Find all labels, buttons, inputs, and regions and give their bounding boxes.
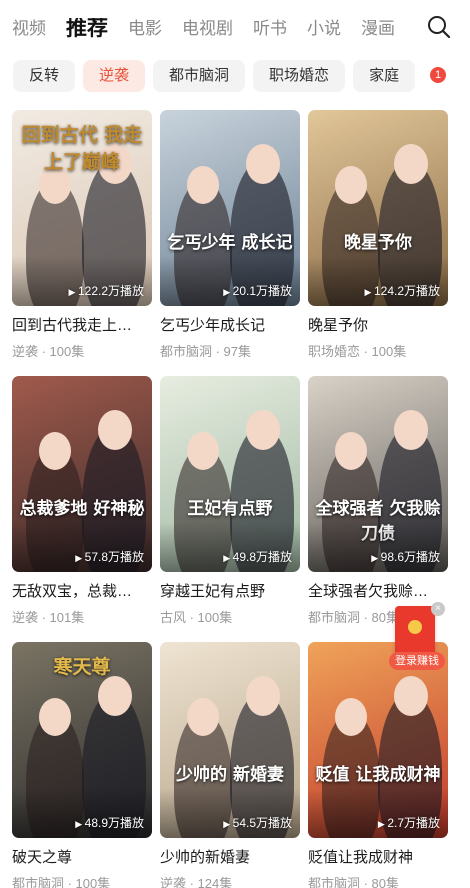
- play-count: 2.7万播放: [378, 814, 440, 831]
- poster-title-art: 少帅的 新婚妻: [176, 765, 284, 785]
- poster-title-art: 王妃有点野: [187, 499, 273, 519]
- login-reward-float[interactable]: × 登录赚钱: [389, 602, 445, 670]
- poster-face: [187, 432, 219, 470]
- poster-face: [39, 698, 71, 736]
- play-count: 98.6万播放: [371, 548, 440, 565]
- drama-grid: 回到古代 我走上了巅峰 122.2万播放回到古代我走上… 逆袭 · 100集 乞丐少年…: [12, 110, 458, 888]
- channel-tabs: 视频 推荐 电影 电视剧 听书 小说 漫画: [12, 18, 412, 40]
- tab-recommend[interactable]: 推荐: [66, 18, 108, 40]
- poster-face: [187, 698, 219, 736]
- drama-meta: 都市脑洞 · 100集: [12, 876, 111, 888]
- chip-family[interactable]: 家庭: [353, 60, 416, 92]
- drama-title[interactable]: 回到古代我走上…: [12, 316, 152, 336]
- drama-title[interactable]: 贬值让我成财神: [308, 848, 448, 868]
- category-chips: 反转 逆袭 都市脑洞 职场婚恋 家庭 1: [0, 58, 470, 94]
- red-envelope-icon: [395, 606, 435, 656]
- poster-face: [394, 144, 428, 184]
- drama-title[interactable]: 晚星予你: [308, 316, 448, 336]
- drama-poster[interactable]: 乞丐少年 成长记 20.1万播放: [160, 110, 300, 306]
- drama-meta: 都市脑洞 · 97集: [160, 344, 252, 359]
- tab-tv-series[interactable]: 电视剧: [182, 18, 233, 40]
- drama-card[interactable]: 全球强者 欠我赊刀债98.6万播放全球强者欠我赊…都市脑洞 · 80集: [308, 376, 448, 626]
- poster-title-art: 寒天尊: [53, 656, 111, 678]
- search-icon[interactable]: [426, 14, 452, 40]
- play-count: 20.1万播放: [223, 282, 292, 299]
- drama-title[interactable]: 少帅的新婚妻: [160, 848, 300, 868]
- coin-icon: [408, 620, 422, 634]
- chip-comeback[interactable]: 逆袭: [83, 60, 146, 92]
- drama-poster[interactable]: 王妃有点野 49.8万播放: [160, 376, 300, 572]
- drama-poster[interactable]: 晚星予你 124.2万播放: [308, 110, 448, 306]
- drama-meta: 古风 · 100集: [160, 610, 233, 625]
- drama-poster[interactable]: 回到古代 我走上了巅峰 122.2万播放: [12, 110, 152, 306]
- poster-face: [39, 432, 71, 470]
- tab-audiobook[interactable]: 听书: [253, 18, 287, 40]
- poster-title-art: 回到古代 我走上了巅峰: [21, 124, 143, 173]
- poster-face: [246, 144, 280, 184]
- drama-poster[interactable]: 总裁爹地 好神秘 57.8万播放: [12, 376, 152, 572]
- drama-card[interactable]: 总裁爹地 好神秘 57.8万播放无敌双宝，总裁… 逆袭 · 101集: [12, 376, 152, 626]
- drama-title[interactable]: 全球强者欠我赊…: [308, 582, 448, 602]
- drama-title[interactable]: 破天之尊: [12, 848, 152, 868]
- poster-face: [187, 166, 219, 204]
- drama-meta: 职场婚恋 · 100集: [308, 344, 407, 359]
- poster-face: [98, 410, 132, 450]
- drama-card[interactable]: 贬值 让我成财神 2.7万播放贬值让我成财神都市脑洞 · 80集: [308, 642, 448, 888]
- play-count: 122.2万播放: [69, 282, 144, 299]
- play-count: 124.2万播放: [365, 282, 440, 299]
- play-count: 49.8万播放: [223, 548, 292, 565]
- drama-poster[interactable]: 少帅的 新婚妻 54.5万播放: [160, 642, 300, 838]
- poster-face: [335, 432, 367, 470]
- notification-badge[interactable]: 1: [430, 67, 446, 83]
- top-nav: 视频 推荐 电影 电视剧 听书 小说 漫画: [0, 0, 470, 52]
- play-count: 48.9万播放: [75, 814, 144, 831]
- drama-meta: 逆袭 · 101集: [12, 610, 85, 625]
- poster-title-art: 贬值 让我成财神: [315, 765, 441, 785]
- drama-poster[interactable]: 寒天尊 48.9万播放: [12, 642, 152, 838]
- drama-meta: 逆袭 · 124集: [160, 876, 233, 888]
- play-count: 57.8万播放: [75, 548, 144, 565]
- chip-reversal[interactable]: 反转: [13, 60, 76, 92]
- poster-title-art: 乞丐少年 成长记: [167, 233, 293, 253]
- play-count: 54.5万播放: [223, 814, 292, 831]
- tab-comic[interactable]: 漫画: [361, 18, 395, 40]
- poster-face: [394, 410, 428, 450]
- poster-face: [246, 676, 280, 716]
- drama-card[interactable]: 回到古代 我走上了巅峰 122.2万播放回到古代我走上… 逆袭 · 100集: [12, 110, 152, 360]
- drama-title[interactable]: 乞丐少年成长记: [160, 316, 300, 336]
- poster-face: [335, 698, 367, 736]
- drama-card[interactable]: 晚星予你124.2万播放晚星予你职场婚恋 · 100集: [308, 110, 448, 360]
- chip-workplace-romance[interactable]: 职场婚恋: [253, 60, 346, 92]
- login-reward-label: 登录赚钱: [389, 652, 445, 670]
- drama-card[interactable]: 乞丐少年 成长记 20.1万播放乞丐少年成长记都市脑洞 · 97集: [160, 110, 300, 360]
- drama-title[interactable]: 无敌双宝，总裁…: [12, 582, 152, 602]
- chip-urban-fantasy[interactable]: 都市脑洞: [153, 60, 246, 92]
- poster-face: [246, 410, 280, 450]
- drama-card[interactable]: 王妃有点野 49.8万播放穿越王妃有点野古风 · 100集: [160, 376, 300, 626]
- drama-meta: 都市脑洞 · 80集: [308, 876, 400, 888]
- close-icon[interactable]: ×: [431, 602, 445, 616]
- drama-card[interactable]: 寒天尊 48.9万播放破天之尊都市脑洞 · 100集: [12, 642, 152, 888]
- poster-title-art: 晚星予你: [344, 233, 412, 253]
- drama-title[interactable]: 穿越王妃有点野: [160, 582, 300, 602]
- poster-face: [394, 676, 428, 716]
- drama-meta: 逆袭 · 100集: [12, 344, 85, 359]
- drama-card[interactable]: 少帅的 新婚妻 54.5万播放少帅的新婚妻逆袭 · 124集: [160, 642, 300, 888]
- poster-face: [335, 166, 367, 204]
- tab-movie[interactable]: 电影: [128, 18, 162, 40]
- drama-poster[interactable]: 贬值 让我成财神 2.7万播放: [308, 642, 448, 838]
- tab-novel[interactable]: 小说: [307, 18, 341, 40]
- poster-face: [98, 676, 132, 716]
- tab-video[interactable]: 视频: [12, 18, 46, 40]
- poster-title-art: 总裁爹地 好神秘: [19, 499, 145, 519]
- drama-poster[interactable]: 全球强者 欠我赊刀债98.6万播放: [308, 376, 448, 572]
